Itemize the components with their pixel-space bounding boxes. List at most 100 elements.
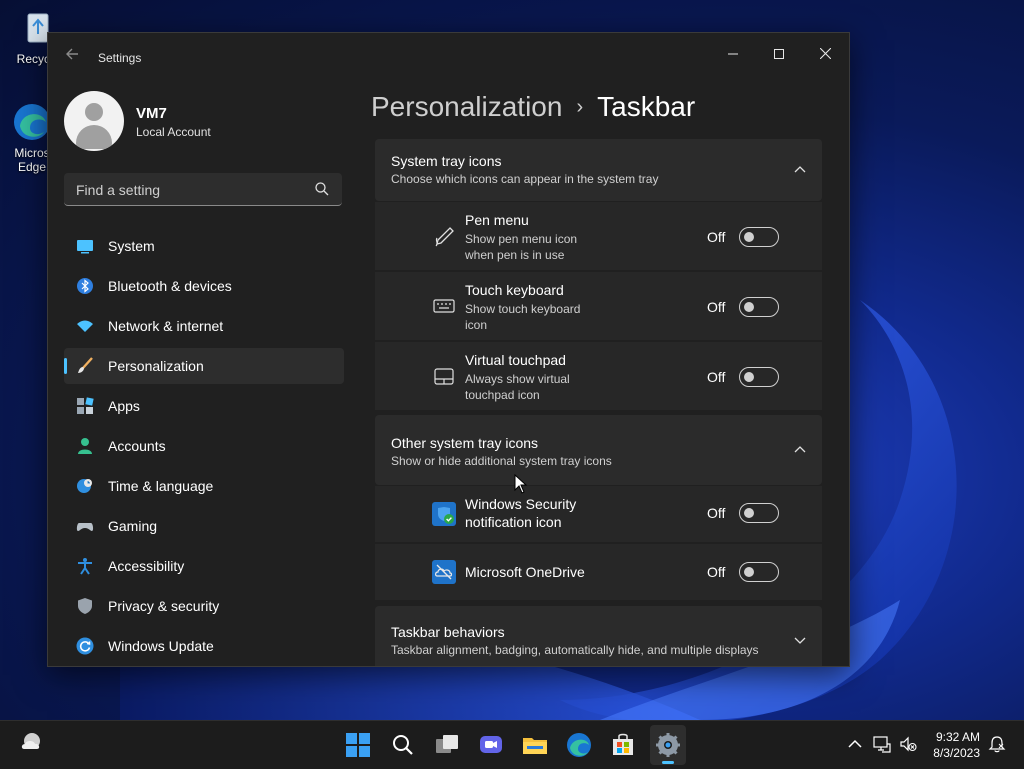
search-icon[interactable] xyxy=(389,731,417,759)
description-line: icon xyxy=(465,318,488,332)
sidebar-item-network[interactable]: Network & internet xyxy=(64,308,344,344)
page-title: Personalization › Taskbar xyxy=(371,91,695,123)
pen-icon xyxy=(435,227,454,247)
start-button-icon[interactable] xyxy=(344,731,372,759)
setting-row-pen-menu: Pen menu Show pen menu icon when pen is i… xyxy=(375,202,822,270)
store-icon[interactable] xyxy=(609,731,637,759)
taskbar-behaviors-header[interactable]: Taskbar behaviors Taskbar alignment, bad… xyxy=(375,606,822,666)
sidebar-item-accounts[interactable]: Accounts xyxy=(64,428,344,464)
sidebar-item-label: Bluetooth & devices xyxy=(108,278,232,294)
chevron-up-icon[interactable] xyxy=(846,735,864,753)
running-indicator xyxy=(662,761,674,764)
section-title: Taskbar behaviors xyxy=(391,624,505,640)
sidebar-item-personalization[interactable]: Personalization xyxy=(64,348,344,384)
windows-security-toggle[interactable] xyxy=(739,503,779,523)
settings-window: Settings VM7 Local Account System Blueto… xyxy=(47,32,850,667)
toggle-knob xyxy=(744,302,754,312)
setting-description: Always show virtual touchpad icon xyxy=(465,371,615,403)
virtual-touchpad-toggle[interactable] xyxy=(739,367,779,387)
touch-keyboard-toggle[interactable] xyxy=(739,297,779,317)
file-explorer-icon[interactable] xyxy=(521,731,549,759)
description-line: Show touch keyboard xyxy=(465,302,581,316)
sidebar-item-label: Personalization xyxy=(108,358,204,374)
volume-muted-icon[interactable] xyxy=(899,735,917,753)
search-box[interactable] xyxy=(64,173,342,206)
avatar-head xyxy=(85,103,103,121)
sidebar-item-gaming[interactable]: Gaming xyxy=(64,508,344,544)
back-button[interactable] xyxy=(62,47,82,67)
title-bar: Settings xyxy=(48,33,849,81)
description-line: when pen is in use xyxy=(465,248,565,262)
clock-date: 8/3/2023 xyxy=(933,746,980,760)
network-icon[interactable] xyxy=(873,735,891,753)
section-subtitle: Choose which icons can appear in the sys… xyxy=(391,172,659,186)
accessibility-icon xyxy=(78,558,92,575)
sidebar-item-label: Gaming xyxy=(108,518,158,534)
sidebar-item-system[interactable]: System xyxy=(64,228,344,264)
search-icon xyxy=(315,182,329,196)
weather-icon[interactable] xyxy=(18,729,46,757)
toggle-state-label: Off xyxy=(707,564,726,580)
update-icon xyxy=(76,637,94,655)
setting-description: Show touch keyboard icon xyxy=(465,301,615,333)
sidebar-item-bluetooth[interactable]: Bluetooth & devices xyxy=(64,268,344,304)
minimize-button[interactable] xyxy=(710,39,756,69)
toggle-state-label: Off xyxy=(707,299,726,315)
sidebar-item-label: Accounts xyxy=(108,438,166,454)
setting-description: Show pen menu icon when pen is in use xyxy=(465,231,615,263)
back-arrow-icon xyxy=(66,48,78,60)
clock[interactable]: 9:32 AM 8/3/2023 xyxy=(933,729,980,761)
shield-icon xyxy=(78,598,92,614)
sidebar-item-time-language[interactable]: Time & language xyxy=(64,468,344,504)
section-subtitle: Taskbar alignment, badging, automaticall… xyxy=(391,643,759,657)
onedrive-icon xyxy=(432,560,456,584)
search-input[interactable] xyxy=(74,179,308,201)
toggle-state-label: Off xyxy=(707,505,726,521)
other-system-tray-icons-header[interactable]: Other system tray icons Show or hide add… xyxy=(375,415,822,485)
edge-icon[interactable] xyxy=(565,731,593,759)
keyboard-icon xyxy=(433,299,455,313)
setting-title: Touch keyboard xyxy=(465,282,564,298)
task-view-icon[interactable] xyxy=(433,731,461,759)
sidebar-nav: System Bluetooth & devices Network & int… xyxy=(64,228,344,666)
sidebar-item-privacy[interactable]: Privacy & security xyxy=(64,588,344,624)
chevron-up-icon xyxy=(794,166,806,173)
description-line: Always show virtual xyxy=(465,372,570,386)
avatar[interactable] xyxy=(64,91,124,151)
close-icon xyxy=(819,47,831,60)
toggle-knob xyxy=(744,508,754,518)
section-title: Other system tray icons xyxy=(391,435,539,451)
clock-time: 9:32 AM xyxy=(935,730,980,744)
toggle-knob xyxy=(744,567,754,577)
sidebar-item-label: Windows Update xyxy=(108,638,214,654)
settings-taskbar-button[interactable] xyxy=(650,725,686,765)
setting-row-touch-keyboard: Touch keyboard Show touch keyboard icon O… xyxy=(375,272,822,340)
close-button[interactable] xyxy=(802,39,848,69)
window-title: Settings xyxy=(98,51,142,65)
description-line: touchpad icon xyxy=(465,388,540,402)
sidebar-item-label: Apps xyxy=(108,398,140,414)
wifi-icon xyxy=(77,320,93,332)
chevron-down-icon xyxy=(794,637,806,644)
chat-icon[interactable] xyxy=(477,731,505,759)
avatar-body xyxy=(76,125,112,149)
sidebar-item-apps[interactable]: Apps xyxy=(64,388,344,424)
person-icon xyxy=(78,438,92,454)
notification-icon[interactable] xyxy=(988,735,1006,753)
section-title: System tray icons xyxy=(391,153,502,169)
sidebar-item-accessibility[interactable]: Accessibility xyxy=(64,548,344,584)
maximize-button[interactable] xyxy=(756,39,802,69)
user-name: VM7 xyxy=(136,105,167,122)
mouse-cursor-icon xyxy=(514,474,528,494)
sidebar-item-windows-update[interactable]: Windows Update xyxy=(64,628,344,664)
onedrive-toggle[interactable] xyxy=(739,562,779,582)
sidebar-item-label: Accessibility xyxy=(108,558,185,574)
system-tray-icons-header[interactable]: System tray icons Choose which icons can… xyxy=(375,139,822,201)
pen-menu-toggle[interactable] xyxy=(739,227,779,247)
breadcrumb-separator: › xyxy=(576,96,584,118)
brush-icon xyxy=(78,357,93,373)
setting-row-onedrive: Microsoft OneDrive Off xyxy=(375,544,822,600)
breadcrumb-parent[interactable]: Personalization xyxy=(371,91,562,122)
setting-title-line2: notification icon xyxy=(465,514,562,530)
section-subtitle: Show or hide additional system tray icon… xyxy=(391,454,612,468)
